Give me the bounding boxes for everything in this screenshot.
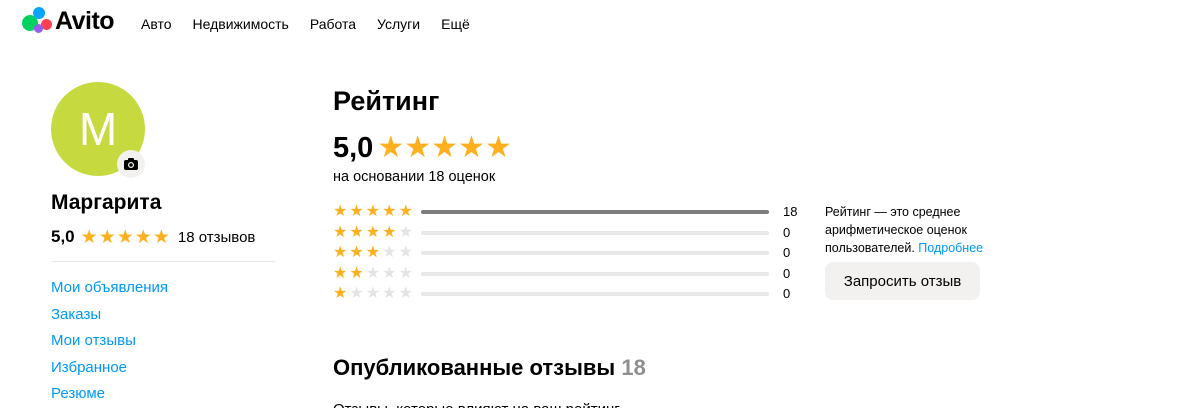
avito-logo[interactable]: Avito bbox=[22, 6, 115, 36]
sidebar-item-resume[interactable]: Резюме bbox=[51, 381, 168, 408]
logo-text: Avito bbox=[55, 7, 115, 35]
rating-count: 0 bbox=[783, 265, 791, 281]
row-stars: ★ ★ ★ ★ ★ bbox=[333, 204, 417, 220]
star-icon: ★ bbox=[382, 223, 397, 241]
star-icon: ★ bbox=[458, 131, 485, 164]
rating-breakdown: ★ ★ ★ ★ ★ 18 ★ ★ ★ ★ ★ 0 ★ ★ ★ ★ ★ 0 ★ ★ ★ ★ ★ 0 ★ ★ ★ ★ ★ 0 bbox=[333, 202, 803, 305]
main-nav: Авто Недвижимость Работа Услуги Ещё bbox=[141, 15, 491, 33]
star-icon: ★ bbox=[398, 264, 413, 282]
star-icon: ★ bbox=[152, 226, 170, 248]
star-icon: ★ bbox=[365, 264, 381, 282]
star-icon: ★ bbox=[134, 226, 152, 248]
rating-bar-fill bbox=[421, 210, 769, 214]
star-icon: ★ bbox=[382, 244, 397, 262]
rating-row-5: ★ ★ ★ ★ ★ 18 bbox=[333, 202, 803, 223]
rating-row-3: ★ ★ ★ ★ ★ 0 bbox=[333, 243, 803, 264]
rating-count: 0 bbox=[783, 224, 791, 240]
rating-count: 0 bbox=[783, 286, 791, 302]
page-title: Рейтинг bbox=[333, 86, 440, 116]
star-icon: ★ bbox=[333, 264, 348, 282]
nav-item-realty[interactable]: Недвижимость bbox=[193, 15, 289, 33]
sidebar-item-my-reviews[interactable]: Мои отзывы bbox=[51, 328, 168, 355]
sidebar-divider bbox=[51, 261, 275, 262]
sidebar-item-orders[interactable]: Заказы bbox=[51, 302, 168, 329]
profile-reviews-link[interactable]: 18 отзывов bbox=[178, 229, 256, 246]
profile-rating: 5,0 ★ ★ ★ ★ ★ 18 отзывов bbox=[51, 226, 255, 248]
star-icon: ★ bbox=[365, 223, 381, 241]
top-header: Avito Авто Недвижимость Работа Услуги Ещ… bbox=[0, 0, 1200, 48]
star-icon: ★ bbox=[404, 131, 432, 164]
star-icon: ★ bbox=[349, 244, 364, 262]
star-icon: ★ bbox=[349, 285, 364, 303]
published-reviews-subtitle: Отзывы, которые влияют на ваш рейтинг bbox=[333, 400, 620, 408]
rating-bar-track bbox=[421, 230, 769, 235]
star-icon: ★ bbox=[80, 226, 98, 248]
star-icon: ★ bbox=[98, 226, 116, 248]
nav-item-auto[interactable]: Авто bbox=[141, 15, 172, 33]
nav-item-services[interactable]: Услуги bbox=[377, 15, 420, 33]
change-photo-button[interactable] bbox=[117, 150, 145, 178]
row-stars: ★ ★ ★ ★ ★ bbox=[333, 223, 417, 241]
star-icon: ★ bbox=[333, 203, 348, 221]
star-icon: ★ bbox=[377, 131, 405, 164]
rating-bar-track bbox=[421, 292, 769, 296]
more-info-link[interactable]: Подробнее bbox=[918, 241, 983, 255]
star-icon: ★ bbox=[349, 264, 364, 282]
published-reviews-title: Опубликованные отзывы 18 bbox=[333, 354, 646, 382]
profile-stars: ★ ★ ★ ★ ★ bbox=[81, 228, 170, 247]
star-icon: ★ bbox=[431, 131, 459, 164]
rating-row-1: ★ ★ ★ ★ ★ 0 bbox=[333, 284, 803, 305]
star-icon: ★ bbox=[365, 203, 381, 221]
avatar-letter: M bbox=[78, 103, 118, 155]
sidebar-menu: Мои объявления Заказы Мои отзывы Избранн… bbox=[51, 275, 168, 408]
rating-info: Рейтинг — это среднее арифметическое оце… bbox=[825, 203, 1005, 257]
rating-row-4: ★ ★ ★ ★ ★ 0 bbox=[333, 223, 803, 244]
nav-item-more[interactable]: Ещё bbox=[441, 15, 470, 33]
star-icon: ★ bbox=[349, 223, 364, 241]
star-icon: ★ bbox=[398, 223, 413, 241]
star-icon: ★ bbox=[398, 203, 413, 221]
sidebar-item-favorites[interactable]: Избранное bbox=[51, 355, 168, 382]
published-reviews-label: Опубликованные отзывы bbox=[333, 355, 616, 380]
nav-item-jobs[interactable]: Работа bbox=[310, 15, 356, 33]
overall-score: 5,0 bbox=[333, 131, 374, 164]
row-stars: ★ ★ ★ ★ ★ bbox=[333, 286, 417, 302]
star-icon: ★ bbox=[382, 264, 397, 282]
star-icon: ★ bbox=[484, 131, 512, 164]
logo-dots-icon bbox=[22, 7, 52, 35]
row-stars: ★ ★ ★ ★ ★ bbox=[333, 264, 417, 282]
rating-count: 0 bbox=[783, 245, 791, 261]
sidebar-item-my-ads[interactable]: Мои объявления bbox=[51, 275, 168, 302]
rating-bar-track bbox=[421, 271, 769, 276]
camera-icon bbox=[124, 158, 138, 170]
star-icon: ★ bbox=[382, 285, 397, 303]
overall-rating: 5,0 ★ ★ ★ ★ ★ bbox=[333, 131, 512, 165]
star-icon: ★ bbox=[349, 203, 364, 221]
star-icon: ★ bbox=[333, 244, 348, 262]
request-review-button[interactable]: Запросить отзыв bbox=[825, 262, 980, 300]
profile-score: 5,0 bbox=[51, 227, 75, 246]
rating-count: 18 bbox=[783, 204, 798, 220]
rating-basis: на основании 18 оценок bbox=[333, 169, 496, 185]
star-icon: ★ bbox=[365, 285, 381, 303]
star-icon: ★ bbox=[365, 244, 381, 262]
star-icon: ★ bbox=[333, 223, 348, 241]
row-stars: ★ ★ ★ ★ ★ bbox=[333, 245, 417, 261]
star-icon: ★ bbox=[398, 285, 413, 303]
rating-bar-track bbox=[421, 251, 769, 255]
star-icon: ★ bbox=[116, 226, 134, 248]
star-icon: ★ bbox=[333, 285, 348, 303]
profile-name: Маргарита bbox=[51, 191, 162, 214]
star-icon: ★ bbox=[382, 203, 397, 221]
rating-bar-track bbox=[421, 210, 769, 214]
star-icon: ★ bbox=[398, 244, 413, 262]
rating-row-2: ★ ★ ★ ★ ★ 0 bbox=[333, 264, 803, 285]
published-reviews-count: 18 bbox=[621, 355, 646, 380]
